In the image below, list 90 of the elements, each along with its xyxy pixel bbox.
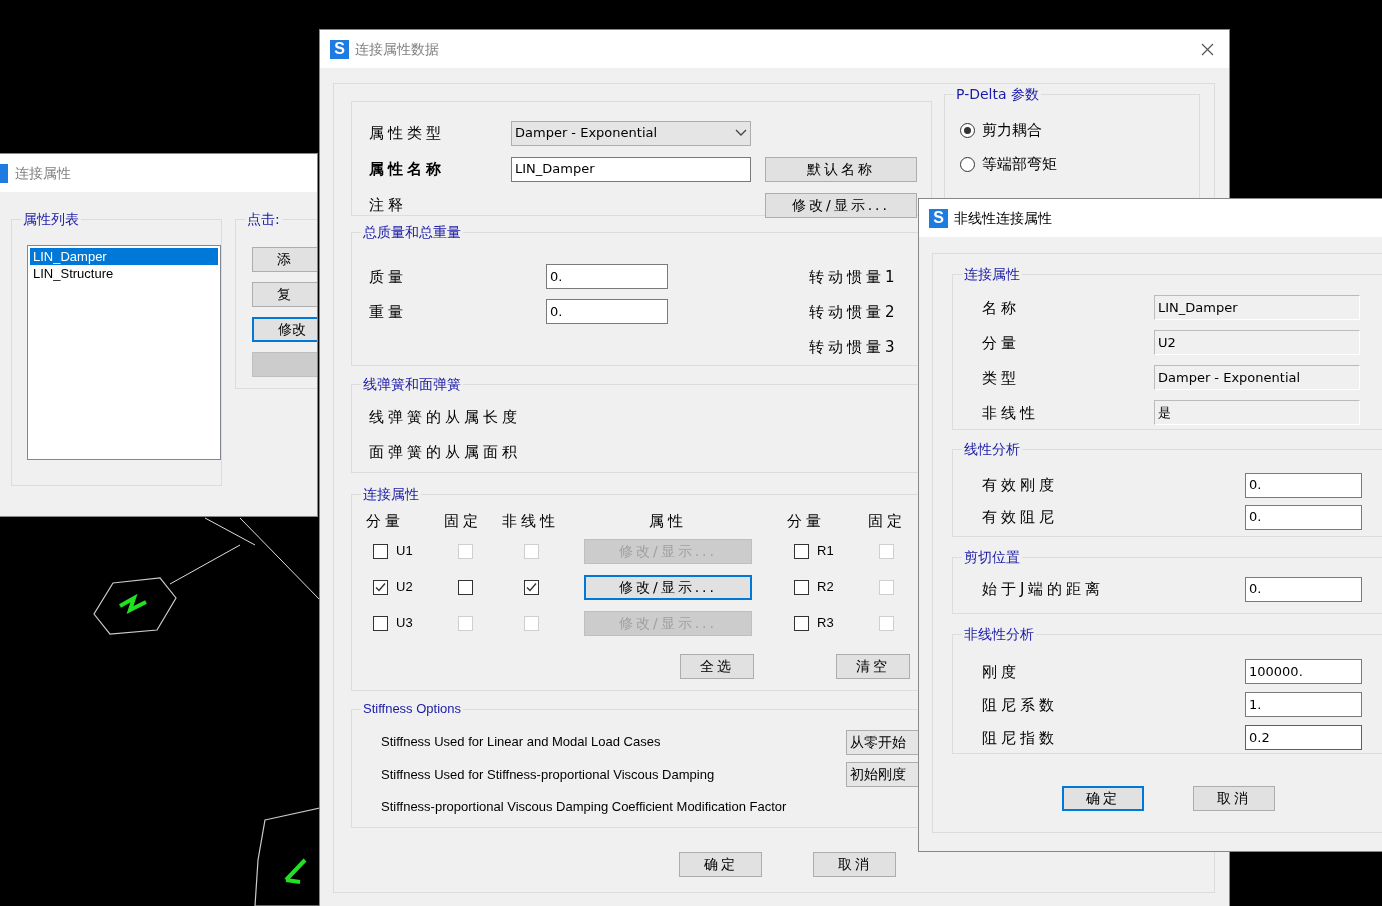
button[interactable]: 复 (252, 282, 317, 307)
group-title: 剪切位置 (962, 547, 1022, 567)
column-header: 非线性 (502, 512, 559, 530)
button[interactable]: 取消 (1193, 786, 1275, 811)
button[interactable]: 取消 (813, 852, 896, 877)
checkbox[interactable] (794, 543, 809, 559)
column-header: 属性 (649, 512, 687, 530)
field-label: 转动惯量1 (809, 267, 899, 286)
list-item[interactable]: LIN_Damper (30, 248, 218, 265)
field-label: 转动惯量2 (809, 302, 899, 321)
field-label: 面弹簧的从属面积 (369, 442, 521, 461)
checkbox-label: R3 (817, 615, 834, 631)
button[interactable]: 确定 (679, 852, 762, 877)
field-label: 转动惯量3 (809, 337, 899, 356)
close-icon[interactable] (1201, 42, 1214, 56)
radio-label: 剪力耦合 (982, 121, 1042, 139)
field-label: 有效刚度 (982, 476, 1059, 494)
text-field[interactable]: 1. (1245, 692, 1362, 717)
field-label: 属性类型 (369, 124, 446, 142)
checkbox-label: U2 (396, 579, 413, 595)
text-field[interactable]: 0. (1245, 504, 1362, 530)
button[interactable]: 清空 (836, 654, 910, 679)
button[interactable]: 默认名称 (765, 156, 917, 182)
checkbox[interactable] (524, 579, 539, 595)
checkbox[interactable] (458, 579, 473, 595)
window-title: 连接属性 (15, 164, 71, 182)
field-label: 刚度 (982, 662, 1021, 681)
column-header: 固定 (868, 512, 906, 530)
dropdown[interactable]: Damper - Exponential (511, 120, 751, 146)
button[interactable]: 添 (252, 247, 317, 272)
field-label: 质量 (369, 267, 407, 286)
field-label: 重量 (369, 302, 407, 321)
dropdown[interactable]: 从零开始 (846, 729, 919, 755)
group-title: 总质量和总重量 (361, 222, 463, 242)
checkbox[interactable] (373, 615, 388, 631)
button[interactable]: 修改 (252, 317, 317, 342)
field-label: 类型 (982, 368, 1021, 387)
checkbox[interactable] (794, 579, 809, 595)
column-header: 分量 (366, 512, 404, 530)
window-title: 连接属性数据 (355, 40, 439, 58)
radio-button[interactable] (960, 156, 975, 172)
button[interactable]: 修改/显示... (765, 192, 917, 218)
column-header: 分量 (787, 512, 825, 530)
checkbox-label: R1 (817, 543, 834, 559)
window-title: 非线性连接属性 (954, 209, 1052, 227)
field-label: 注释 (369, 196, 408, 214)
app-icon: S (929, 208, 948, 228)
group-title: 线弹簧和面弹簧 (361, 374, 463, 394)
checkbox-label: U3 (396, 615, 413, 631)
field-label: 始于J端的距离 (982, 580, 1106, 598)
app-icon: S (330, 39, 349, 59)
radio-label: 等端部弯矩 (982, 155, 1057, 173)
field-label: 属性名称 (369, 160, 446, 178)
text-field[interactable]: 0. (546, 264, 668, 289)
group-title: 属性列表 (21, 209, 81, 229)
field-label: 阻尼系数 (982, 695, 1059, 714)
checkbox[interactable] (373, 543, 388, 559)
field-label: 名称 (982, 298, 1021, 317)
group-title: 连接属性 (361, 484, 421, 504)
group-title: 连接属性 (962, 264, 1022, 284)
text-field[interactable]: LIN_Damper (511, 156, 751, 182)
text-field[interactable]: 0. (546, 299, 668, 324)
group-title: 线性分析 (962, 439, 1022, 459)
checkbox[interactable] (794, 615, 809, 631)
text-field[interactable]: 100000. (1245, 659, 1362, 684)
button[interactable]: 修改/显示... (584, 574, 752, 600)
field-label: 分量 (982, 333, 1021, 352)
field-label: 非线性 (982, 403, 1040, 422)
column-header: 固定 (444, 512, 482, 530)
checkbox-label: U1 (396, 543, 413, 559)
chevron-down-icon (735, 129, 747, 137)
option-label: Stiffness-proportional Viscous Damping Coefficient Modification Factor (381, 799, 787, 816)
checkbox-label: R2 (817, 579, 834, 595)
option-label: Stiffness Used for Stiffness-proportional Viscous Damping (381, 766, 716, 783)
group-title: 点击: (245, 209, 282, 229)
checkbox[interactable] (373, 579, 388, 595)
option-label: Stiffness Used for Linear and Modal Load Cases (381, 734, 662, 751)
button[interactable]: 确定 (1062, 786, 1144, 811)
dropdown[interactable]: 初始刚度 (846, 762, 919, 788)
button[interactable]: 全选 (680, 654, 754, 679)
text-field[interactable]: 0. (1245, 576, 1362, 602)
group-title: 非线性分析 (962, 624, 1036, 644)
text-field[interactable]: 0.2 (1245, 725, 1362, 750)
radio-button[interactable] (960, 122, 975, 138)
field-label: 有效阻尼 (982, 508, 1059, 526)
text-field[interactable]: 0. (1245, 472, 1362, 498)
field-label: 线弹簧的从属长度 (369, 407, 521, 426)
group-title: P-Delta 参数 (954, 84, 1041, 104)
list-item[interactable]: LIN_Structure (30, 265, 218, 282)
field-label: 阻尼指数 (982, 728, 1059, 747)
